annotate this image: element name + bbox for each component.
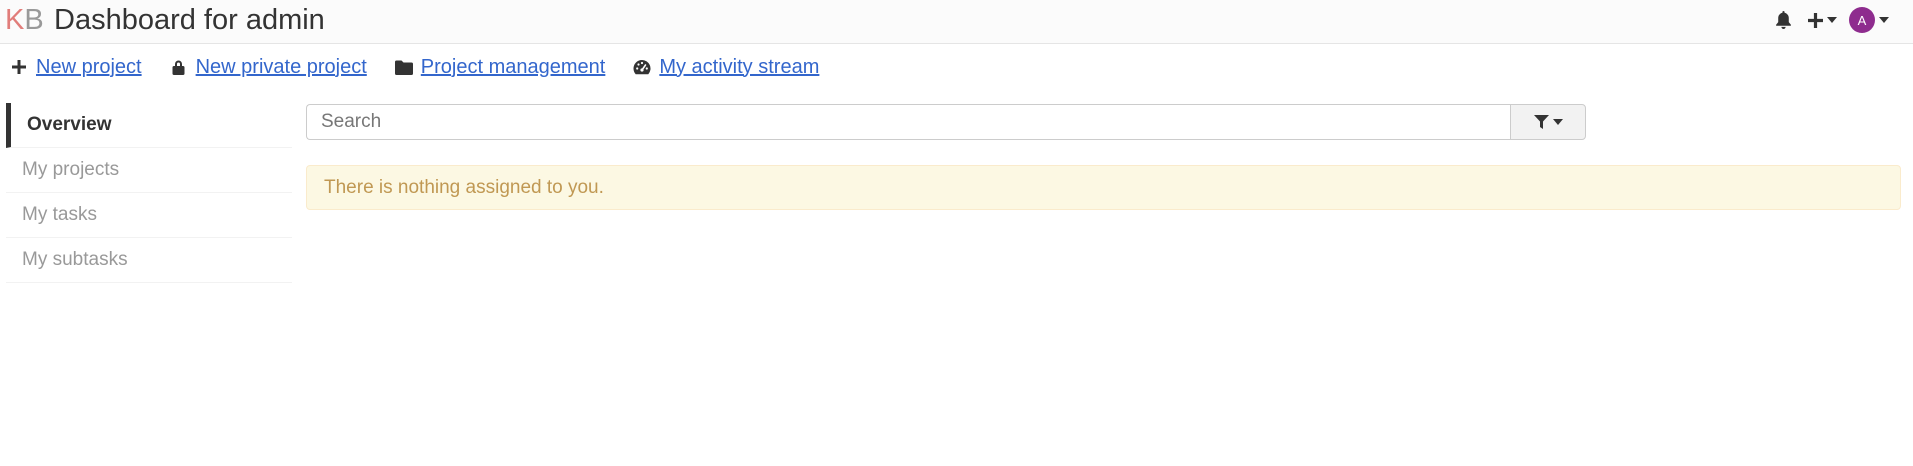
avatar: A: [1849, 7, 1875, 33]
sidebar-item-label: My subtasks: [22, 249, 128, 270]
sidebar-item-label: My tasks: [22, 204, 97, 225]
plus-icon: [10, 58, 28, 76]
folder-icon: [394, 58, 413, 76]
sidebar-item-my-subtasks[interactable]: My subtasks: [6, 238, 292, 283]
sidebar-item-my-projects[interactable]: My projects: [6, 148, 292, 193]
chevron-down-icon: [1552, 119, 1563, 125]
notifications-button[interactable]: [1775, 10, 1792, 30]
dashboard-actions: New project New private project Project …: [10, 52, 847, 82]
lock-icon: [170, 58, 188, 76]
kanboard-logo[interactable]: KB: [5, 1, 44, 39]
new-private-project-link[interactable]: New private project: [170, 56, 367, 79]
sidebar-item-label: Overview: [27, 114, 112, 135]
dashboard-icon: [633, 58, 651, 76]
alert-message: There is nothing assigned to you.: [324, 176, 604, 198]
filter-icon: [1533, 115, 1549, 129]
sidebar: Overview My projects My tasks My subtask…: [6, 103, 292, 283]
sidebar-item-my-tasks[interactable]: My tasks: [6, 193, 292, 238]
new-project-label[interactable]: New project: [36, 56, 142, 79]
page-title: Dashboard for admin: [54, 4, 325, 36]
header-icons: A: [1775, 7, 1889, 33]
project-management-label[interactable]: Project management: [421, 56, 606, 79]
top-header: KB Dashboard for admin A: [0, 0, 1913, 44]
plus-icon: [1808, 12, 1823, 28]
activity-stream-label[interactable]: My activity stream: [659, 56, 819, 79]
sidebar-item-overview[interactable]: Overview: [6, 103, 292, 148]
empty-assignments-alert: There is nothing assigned to you.: [306, 165, 1901, 210]
new-project-link[interactable]: New project: [10, 56, 142, 79]
logo-letter-b: B: [24, 4, 44, 36]
create-menu-button[interactable]: [1808, 12, 1837, 28]
logo-letter-k: K: [5, 4, 25, 36]
chevron-down-icon: [1827, 17, 1837, 23]
project-management-link[interactable]: Project management: [394, 56, 606, 79]
sidebar-item-label: My projects: [22, 159, 120, 180]
search-bar: [306, 104, 1586, 140]
chevron-down-icon: [1879, 17, 1889, 23]
filter-dropdown-button[interactable]: [1510, 104, 1586, 140]
bell-icon: [1776, 10, 1791, 29]
new-private-project-label[interactable]: New private project: [196, 56, 367, 79]
activity-stream-link[interactable]: My activity stream: [633, 56, 819, 79]
user-menu-button[interactable]: A: [1849, 7, 1889, 33]
search-input[interactable]: [306, 104, 1510, 140]
